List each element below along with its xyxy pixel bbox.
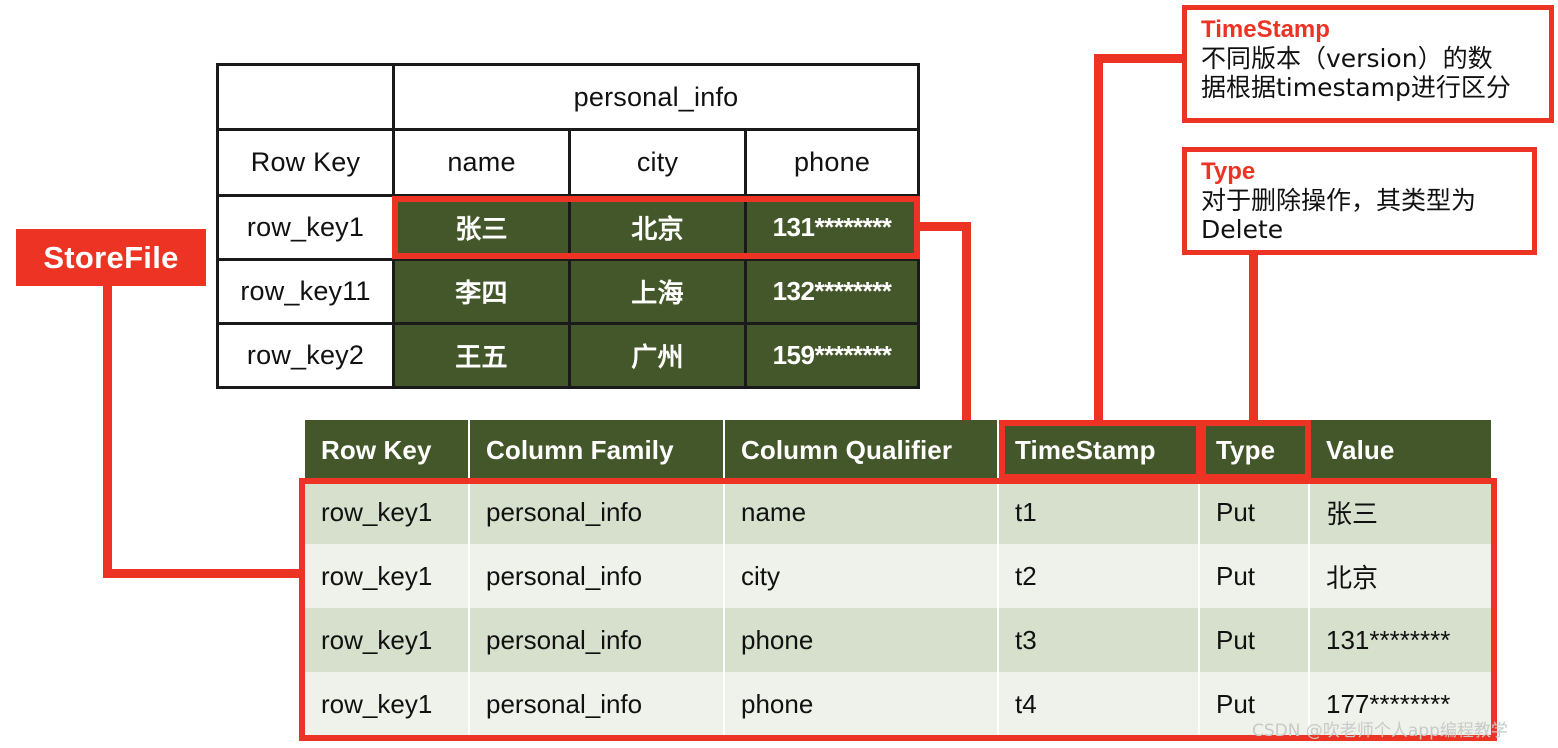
callout-timestamp-title: TimeStamp — [1201, 16, 1330, 43]
top-table-row-key: row_key11 — [240, 276, 371, 306]
timestamp-connector-horizontal — [1094, 54, 1186, 63]
kv-header-column-family: Column Family — [470, 420, 725, 480]
callout-timestamp-line2: 据根据timestamp进行区分 — [1201, 73, 1511, 103]
kv-cell-column-family: personal_info — [470, 672, 725, 736]
table-row: row_key1 personal_info city t2 Put 北京 — [305, 544, 1491, 608]
csdn-watermark: CSDN @吹老师个人app编程教学 — [1252, 721, 1508, 741]
kv-cell-type: Put — [1200, 608, 1310, 672]
timestamp-connector-vertical — [1094, 54, 1103, 426]
table-row: row_key1 personal_info phone t3 Put 131*… — [305, 608, 1491, 672]
kv-header-type: Type — [1200, 420, 1310, 480]
top-table-cell-name: 李四 — [395, 261, 568, 322]
kv-cell-row-key: row_key1 — [305, 544, 470, 608]
kv-cell-timestamp: t1 — [999, 480, 1200, 544]
kv-cell-value: 张三 — [1326, 498, 1379, 529]
top-table-cell-city: 北京 — [571, 197, 744, 258]
kv-header-row-key: Row Key — [305, 420, 470, 480]
kv-cell-column-family: personal_info — [470, 608, 725, 672]
top-table-cell-city: 广州 — [571, 325, 744, 386]
kv-cell-type: Put — [1200, 544, 1310, 608]
top-table-cell-city: 上海 — [571, 261, 744, 322]
type-connector-vertical — [1249, 250, 1258, 426]
kv-cell-row-key: row_key1 — [305, 480, 470, 544]
kv-cell-timestamp: t2 — [999, 544, 1200, 608]
hbase-storefile-kv-table: Row Key Column Family Column Qualifier T… — [305, 420, 1491, 748]
kv-cell-column-family: personal_info — [470, 480, 725, 544]
callout-type: Type 对于删除操作，其类型为 Delete — [1182, 147, 1537, 255]
storefile-connector-horizontal — [103, 569, 308, 578]
kv-cell-row-key: row_key1 — [305, 608, 470, 672]
top-table-cell-phone: 159******** — [747, 325, 917, 386]
storefile-badge: StoreFile — [16, 229, 206, 286]
top-table-corner-cell — [219, 66, 392, 128]
kv-cell-timestamp: t3 — [999, 608, 1200, 672]
kv-cell-type: Put — [1200, 480, 1310, 544]
storefile-connector-vertical — [103, 286, 112, 578]
kv-cell-column-qualifier: name — [725, 480, 999, 544]
diagram-canvas: personal_info Row Key name city phone ro… — [0, 0, 1558, 748]
storefile-badge-label: StoreFile — [43, 239, 179, 275]
top-table-cell-phone: 131******** — [747, 197, 917, 258]
top-table-cell-name: 张三 — [395, 197, 568, 258]
callout-type-line2: Delete — [1201, 215, 1284, 245]
top-table-header-name: name — [447, 147, 516, 177]
top-table-row-key: row_key2 — [246, 340, 365, 370]
table-row: row_key1 personal_info name t1 Put 张三 — [305, 480, 1491, 544]
kv-cell-timestamp: t4 — [999, 672, 1200, 736]
top-table-row-key: row_key1 — [246, 212, 365, 242]
kv-cell-value: 131******** — [1326, 624, 1451, 655]
kv-header-value: Value — [1326, 434, 1395, 465]
callout-timestamp: TimeStamp 不同版本（version）的数 据根据timestamp进行… — [1182, 5, 1554, 123]
top-table-header-row-key: Row Key — [250, 147, 361, 177]
kv-cell-column-family: personal_info — [470, 544, 725, 608]
kv-table-header-row: Row Key Column Family Column Qualifier T… — [305, 420, 1491, 480]
kv-cell-value: 北京 — [1326, 562, 1379, 593]
callout-timestamp-line1: 不同版本（version）的数 — [1201, 43, 1493, 73]
kv-cell-column-qualifier: phone — [725, 672, 999, 736]
callout-type-line1: 对于删除操作，其类型为 — [1201, 185, 1477, 215]
kv-header-column-qualifier: Column Qualifier — [725, 420, 999, 480]
top-table-header-phone: phone — [793, 147, 871, 177]
kv-cell-column-qualifier: phone — [725, 608, 999, 672]
top-table-cell-name: 王五 — [395, 325, 568, 386]
top-table-header-city: city — [636, 147, 679, 177]
kv-cell-row-key: row_key1 — [305, 672, 470, 736]
kv-cell-column-qualifier: city — [725, 544, 999, 608]
hbase-logical-table: personal_info Row Key name city phone ro… — [216, 63, 920, 389]
top-table-column-family-header: personal_info — [573, 81, 739, 112]
callout-type-title: Type — [1201, 158, 1256, 185]
top-table-cell-phone: 132******** — [747, 261, 917, 322]
kv-header-timestamp: TimeStamp — [999, 420, 1200, 480]
